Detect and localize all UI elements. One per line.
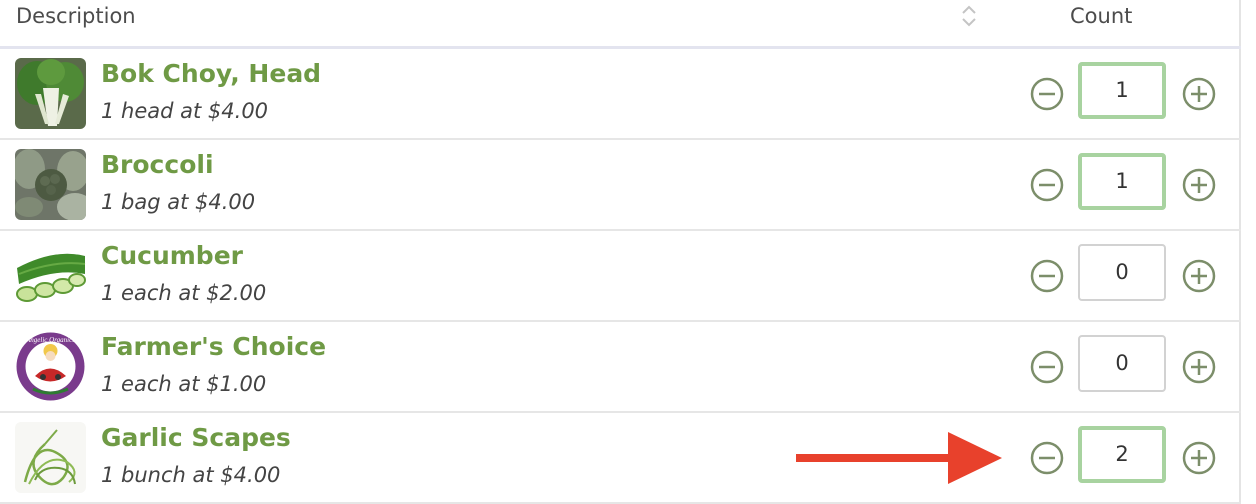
quantity-input[interactable]: 2 [1078,426,1166,483]
item-detail: 1 head at $4.00 [101,99,269,123]
svg-text:Angelic Organics: Angelic Organics [25,336,75,344]
item-name[interactable]: Broccoli [101,150,214,179]
decrement-button[interactable] [1030,168,1064,202]
sort-icon[interactable] [960,4,978,28]
quantity-input[interactable]: 1 [1078,62,1166,119]
broccoli-image [15,149,86,220]
garlic-scapes-image [15,422,86,493]
increment-button[interactable] [1182,77,1216,111]
table-row: Garlic Scapes 1 bunch at $4.00 2 [0,413,1241,504]
cucumber-image [15,240,86,311]
item-detail: 1 bag at $4.00 [101,190,256,214]
decrement-button[interactable] [1030,350,1064,384]
item-detail: 1 each at $1.00 [101,372,267,396]
increment-button[interactable] [1182,441,1216,475]
table-row: Cucumber 1 each at $2.00 0 [0,231,1241,322]
farm-logo-image: Angelic Organics [15,331,86,402]
item-name[interactable]: Cucumber [101,241,243,270]
table-row: Bok Choy, Head 1 head at $4.00 1 [0,49,1241,140]
red-arrow-annotation [796,432,1002,484]
item-name[interactable]: Bok Choy, Head [101,59,321,88]
decrement-button[interactable] [1030,77,1064,111]
increment-button[interactable] [1182,259,1216,293]
increment-button[interactable] [1182,350,1216,384]
table-header: Description Count [0,0,1241,49]
count-column-header: Count [1070,4,1133,28]
quantity-input[interactable]: 0 [1078,244,1166,301]
decrement-button[interactable] [1030,259,1064,293]
description-column-header[interactable]: Description [16,4,136,28]
table-row: Broccoli 1 bag at $4.00 1 [0,140,1241,231]
table-row: Angelic Organics Farmer's Choice 1 each … [0,322,1241,413]
bok-choy-image [15,58,86,129]
quantity-input[interactable]: 1 [1078,153,1166,210]
item-name[interactable]: Garlic Scapes [101,423,291,452]
quantity-input[interactable]: 0 [1078,335,1166,392]
item-detail: 1 bunch at $4.00 [101,463,281,487]
order-table: Description Count Bok Choy, Head 1 head … [0,0,1241,504]
decrement-button[interactable] [1030,441,1064,475]
increment-button[interactable] [1182,168,1216,202]
item-name[interactable]: Farmer's Choice [101,332,326,361]
item-detail: 1 each at $2.00 [101,281,267,305]
